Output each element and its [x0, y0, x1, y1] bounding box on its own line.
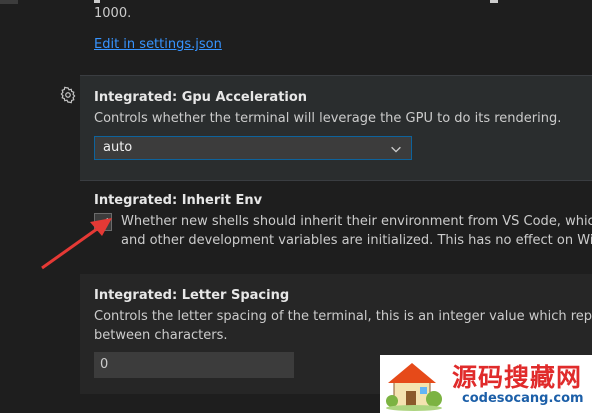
letter-spacing-input[interactable]: 0 — [94, 352, 294, 378]
chevron-down-icon — [389, 142, 403, 156]
select-value: auto — [103, 140, 133, 155]
gear-icon[interactable] — [59, 86, 77, 104]
setting-gpu-acceleration: Integrated: Gpu Acceleration Controls wh… — [80, 75, 592, 181]
house-logo-icon — [386, 363, 442, 411]
setting-category: Integrated: — [94, 193, 182, 208]
setting-description-line-1: Whether new shells should inherit their … — [121, 214, 592, 229]
settings-editor: 1000. Edit in settings.json Integrated: … — [0, 0, 592, 413]
setting-title: Integrated: Gpu Acceleration — [94, 90, 307, 105]
watermark-chinese-text: 源码搜藏网 — [452, 363, 583, 392]
edit-in-settings-json-link[interactable]: Edit in settings.json — [94, 37, 222, 52]
setting-name: Gpu Acceleration — [181, 90, 308, 105]
gpu-acceleration-select[interactable]: auto — [94, 136, 412, 160]
text-fragment-top-2 — [490, 0, 498, 3]
previous-setting-text: 1000. — [94, 6, 132, 21]
setting-name: Letter Spacing — [181, 288, 290, 303]
setting-description-line-2: between characters. — [94, 328, 228, 343]
setting-description: Controls whether the terminal will lever… — [94, 111, 562, 126]
watermark-url: codesocang.com — [462, 391, 584, 406]
setting-inherit-env: Integrated: Inherit Env Whether new shel… — [80, 180, 592, 272]
setting-category: Integrated: — [94, 288, 182, 303]
text-fragment-top-1 — [94, 0, 100, 3]
setting-name: Inherit Env — [181, 193, 263, 208]
setting-description-line-1: Controls the letter spacing of the termi… — [94, 309, 592, 324]
annotation-arrow — [41, 218, 112, 270]
watermark: 源码搜藏网 codesocang.com — [380, 355, 592, 413]
setting-category: Integrated: — [94, 90, 182, 105]
setting-title: Integrated: Inherit Env — [94, 193, 262, 208]
activity-bar-fragment — [0, 0, 18, 4]
setting-description-line-2: and other development variables are init… — [121, 233, 592, 248]
setting-title: Integrated: Letter Spacing — [94, 288, 289, 303]
